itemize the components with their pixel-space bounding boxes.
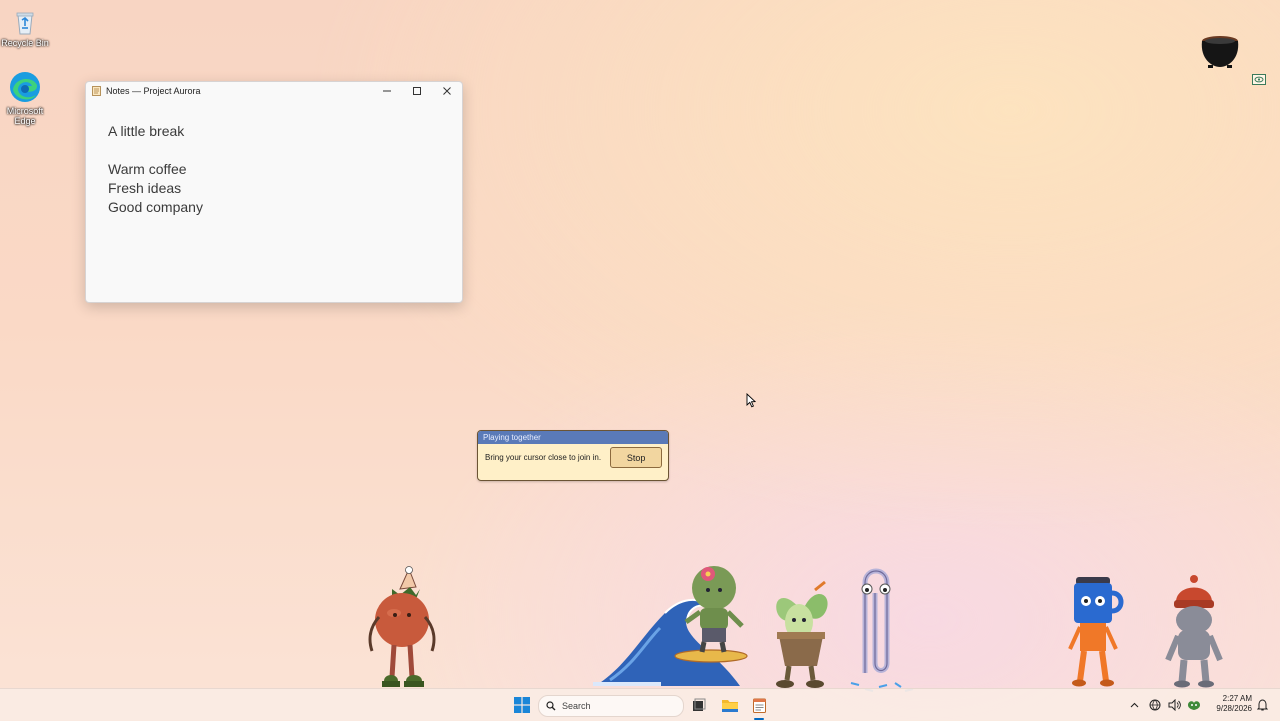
notepad-taskbar-button[interactable] xyxy=(747,689,771,721)
desktop-icon-edge[interactable]: Microsoft Edge xyxy=(0,70,50,126)
clock-time: 2:27 AM xyxy=(1222,694,1252,703)
cactus-surfer-character[interactable] xyxy=(670,560,752,670)
tomato-character[interactable] xyxy=(364,565,440,689)
desktop-icon-label: Microsoft Edge xyxy=(6,106,44,126)
task-view-button[interactable] xyxy=(688,689,710,721)
beanie-character[interactable] xyxy=(1160,574,1224,689)
search-input[interactable]: Search xyxy=(538,695,684,717)
cauldron[interactable] xyxy=(1198,31,1242,69)
show-hidden-icons-button[interactable] xyxy=(1126,689,1142,721)
taskbar-clock[interactable]: 2:27 AM 9/28/2026 xyxy=(1208,694,1252,714)
minimize-icon xyxy=(383,90,391,92)
note-line: Fresh ideas xyxy=(108,180,182,196)
task-view-icon xyxy=(693,698,706,711)
sprout-pot-character[interactable] xyxy=(765,580,837,690)
battery-button[interactable] xyxy=(1184,689,1204,721)
stop-button[interactable]: Stop xyxy=(610,447,662,468)
search-placeholder: Search xyxy=(562,701,591,711)
notes-window[interactable]: Notes — Project Aurora A little break Wa… xyxy=(85,81,463,303)
network-icon xyxy=(1149,699,1161,711)
coffee-cup-character[interactable] xyxy=(1068,575,1126,689)
minimize-button[interactable] xyxy=(372,82,402,100)
clock-date: 9/28/2026 xyxy=(1216,704,1252,713)
search-icon xyxy=(546,701,556,711)
note-content[interactable]: A little break Warm coffee Fresh ideas G… xyxy=(86,100,462,217)
taskbar: Search 2:27 AM 9/28/2026 xyxy=(0,688,1280,721)
paperclip-character[interactable] xyxy=(845,563,915,695)
window-titlebar[interactable]: Notes — Project Aurora xyxy=(86,82,462,100)
maximize-icon xyxy=(413,87,421,95)
recycle-bin-icon xyxy=(16,12,34,35)
eye-icon[interactable] xyxy=(1252,74,1266,85)
network-button[interactable] xyxy=(1147,689,1163,721)
mouse-cursor-icon xyxy=(746,393,756,408)
maximize-button[interactable] xyxy=(402,82,432,100)
volume-button[interactable] xyxy=(1166,689,1182,721)
note-line: Good company xyxy=(108,199,203,215)
close-icon xyxy=(443,87,451,95)
note-line: A little break xyxy=(108,123,185,139)
file-explorer-button[interactable] xyxy=(718,689,742,721)
notification-icon xyxy=(1256,699,1268,711)
notepad-icon xyxy=(752,698,766,713)
desktop-icon-recycle-bin[interactable]: Recycle Bin xyxy=(0,8,50,48)
file-explorer-icon xyxy=(722,700,738,712)
notification-button[interactable] xyxy=(1254,689,1270,721)
start-button[interactable] xyxy=(508,689,536,721)
edge-icon xyxy=(10,72,40,102)
playing-together-dialog: Playing together Bring your cursor close… xyxy=(477,430,669,481)
dialog-message: Bring your cursor close to join in. xyxy=(485,452,602,462)
start-icon xyxy=(514,697,530,713)
close-button[interactable] xyxy=(432,82,462,100)
window-title: Notes — Project Aurora xyxy=(106,86,201,96)
chevron-up-icon xyxy=(1130,702,1138,708)
desktop-icon-label: Recycle Bin xyxy=(1,38,49,48)
note-line xyxy=(108,141,462,160)
dialog-title: Playing together xyxy=(478,431,668,444)
note-line: Warm coffee xyxy=(108,161,187,177)
notepad-icon xyxy=(92,86,101,96)
volume-icon xyxy=(1168,699,1181,711)
battery-icon xyxy=(1188,701,1200,710)
